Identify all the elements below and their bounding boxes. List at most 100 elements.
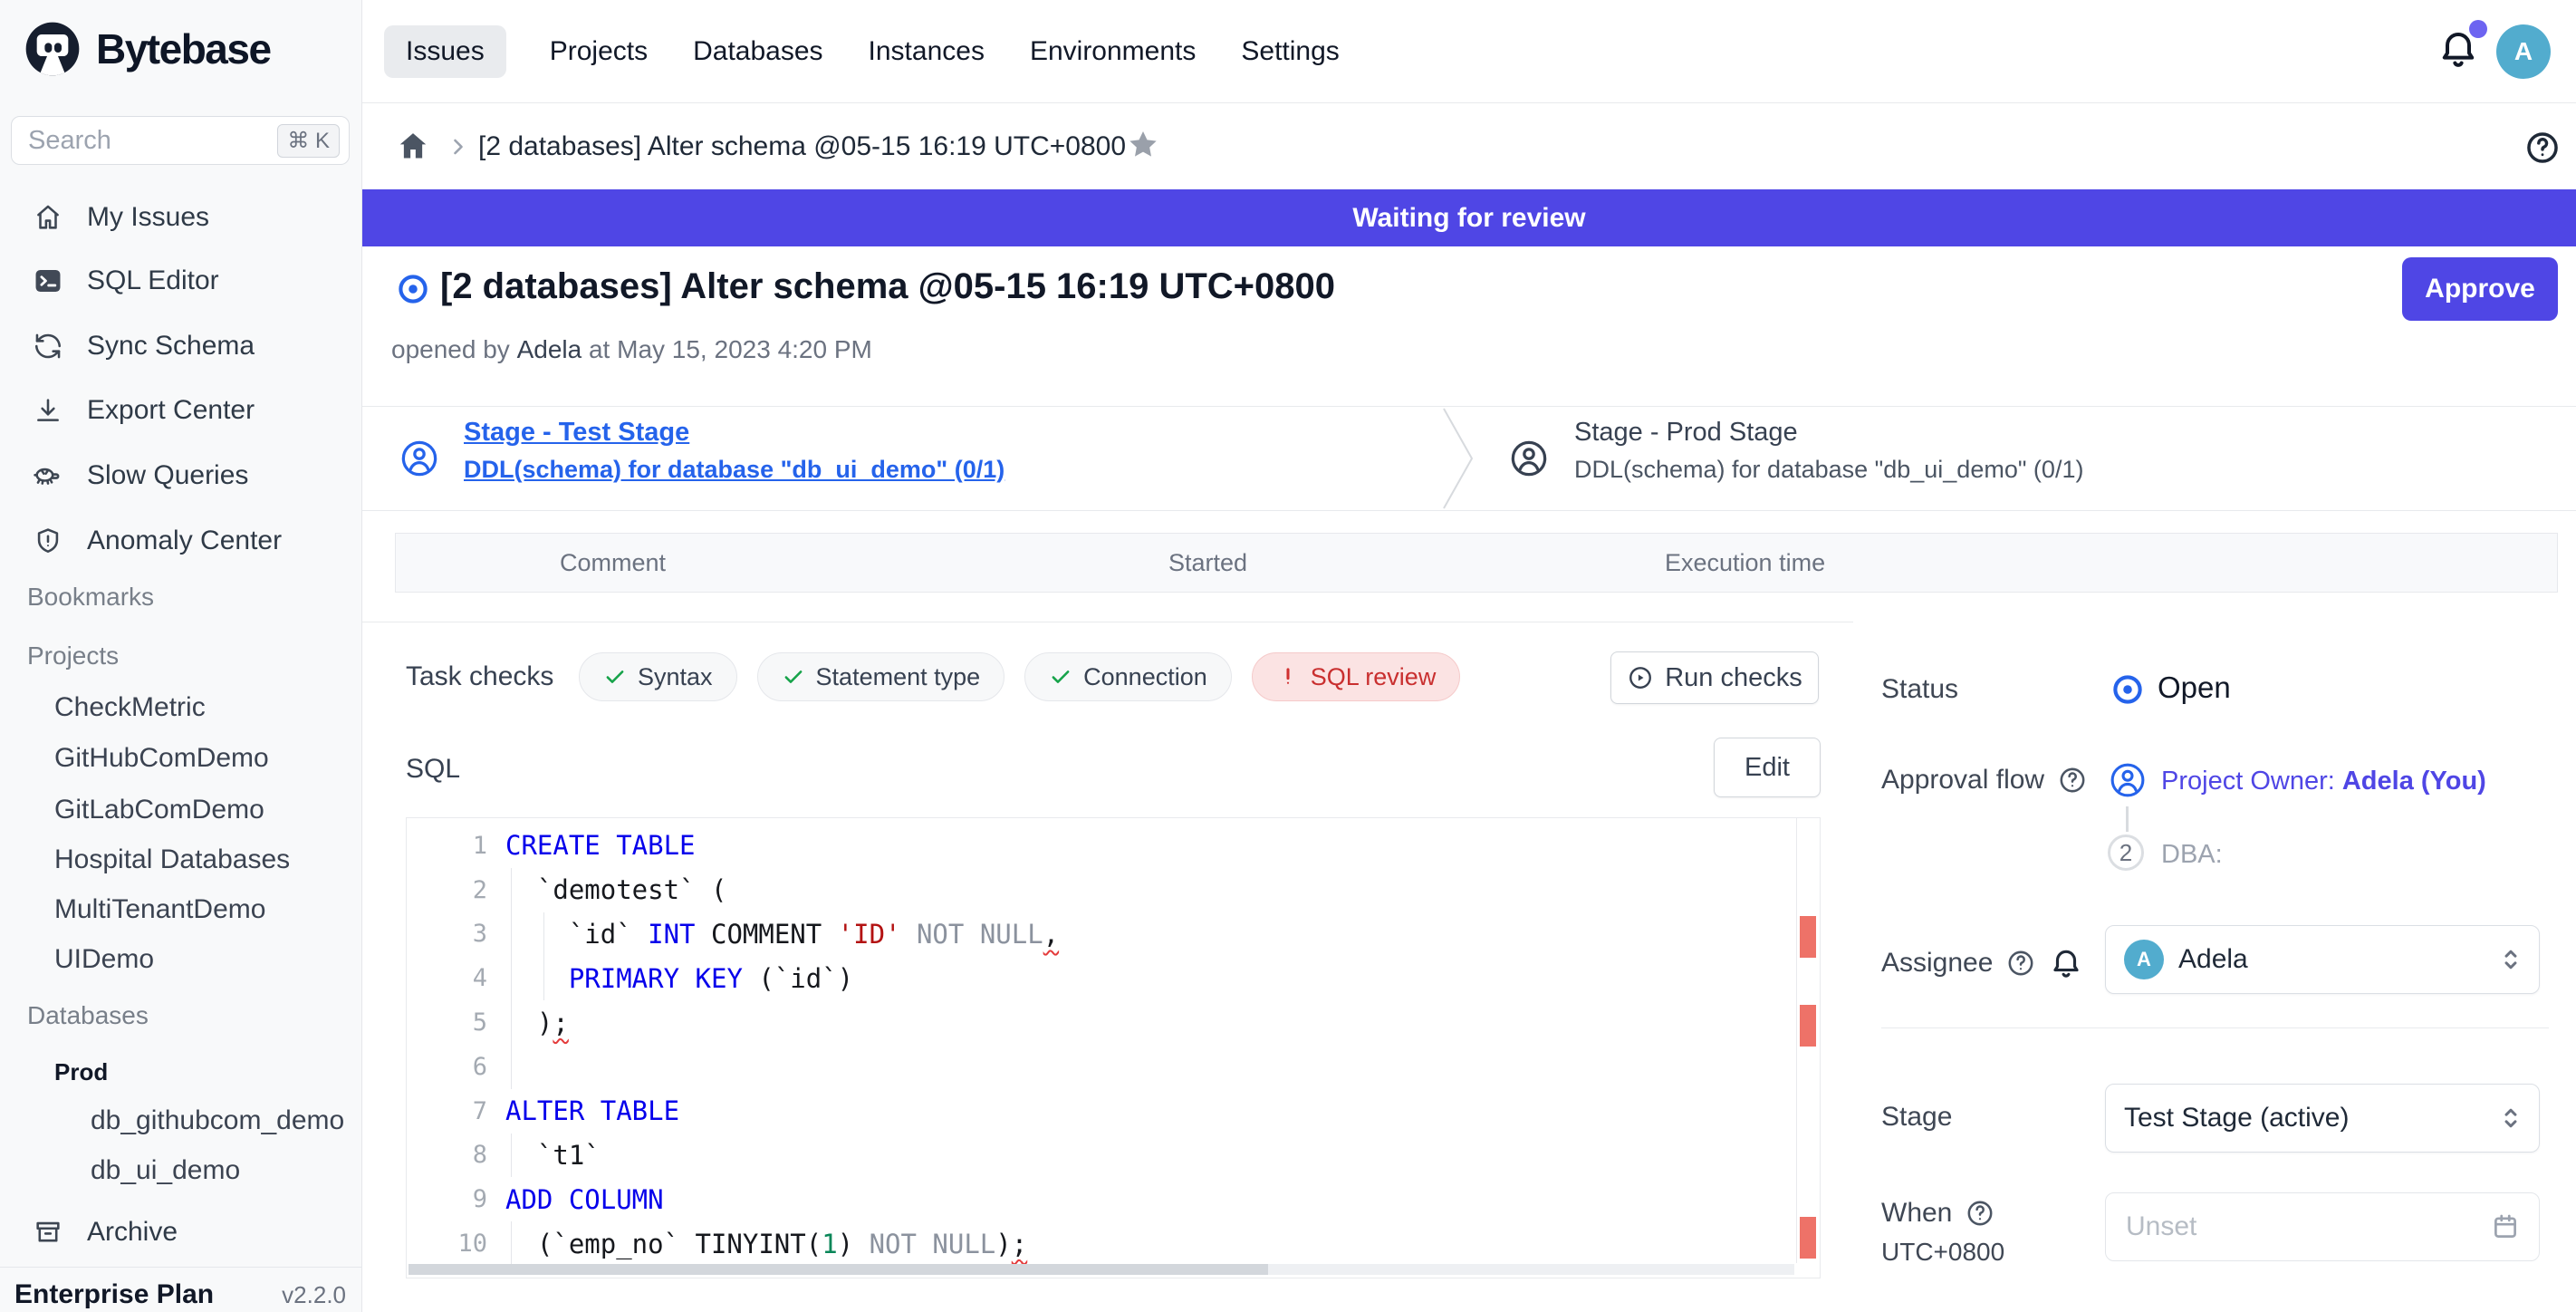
line-number: 3 [407,920,487,948]
status-open-icon [2110,672,2145,707]
subscribe-bell-icon[interactable] [2049,946,2083,980]
sidebar-project-hospital-databases[interactable]: Hospital Databases [54,844,290,875]
bytebase-logo[interactable]: Bytebase [24,20,271,78]
bookmark-star-icon[interactable] [1125,127,1161,163]
line-number: 9 [407,1185,487,1213]
sidebar-project-multitenantdemo[interactable]: MultiTenantDemo [54,894,265,925]
tab-projects[interactable]: Projects [548,25,649,78]
check-statement-type[interactable]: Statement type [757,652,1005,701]
sql-token: (`emp_no` TINYINT( [505,1229,822,1259]
approve-button[interactable]: Approve [2402,257,2558,321]
assignee-select[interactable]: A Adela [2105,925,2540,994]
sidebar-item-slow-queries[interactable]: Slow Queries [0,447,362,505]
sql-token: ) [995,1229,1011,1259]
sidebar-footer: Enterprise Plan v2.2.0 [14,1279,346,1310]
check-syntax[interactable]: Syntax [579,652,737,701]
sql-token [505,963,569,994]
check-sql-review[interactable]: SQL review [1252,652,1461,701]
line-number: 7 [407,1097,487,1125]
sql-token: `demotest` ( [505,874,726,905]
stage-person-icon [399,438,440,479]
sidebar-item-sync-schema[interactable]: Sync Schema [0,317,362,375]
assignee-label: Assignee [1881,946,2083,980]
stage-select[interactable]: Test Stage (active) [2105,1084,2540,1153]
notifications-button[interactable] [2437,27,2491,82]
approval-connector [2126,806,2129,832]
check-label: SQL review [1311,663,1437,691]
home-breadcrumb-icon[interactable] [396,129,430,163]
sql-editor[interactable]: 1CREATE TABLE 2 `demotest` ( 3 `id` INT … [406,817,1821,1278]
task-checks-pills: Syntax Statement type Connection SQL rev… [579,652,1460,701]
assignee-text: Assignee [1881,948,1993,979]
brand-name: Bytebase [96,24,271,73]
main-nav: Issues Projects Databases Instances Envi… [384,0,1341,103]
error-marker [1800,1005,1816,1047]
scrollbar-thumb[interactable] [409,1264,1268,1275]
line-number: 1 [407,832,487,860]
sidebar-item-label: SQL Editor [87,265,219,296]
when-input[interactable] [2124,1211,2490,1243]
sidebar-project-githubcomdemo[interactable]: GitHubComDemo [54,743,269,774]
stage-prod-title[interactable]: Stage - Prod Stage [1574,418,1798,450]
sidebar-item-archive[interactable]: Archive [0,1203,362,1261]
check-connection[interactable]: Connection [1024,652,1232,701]
approval-step-2-role: DBA: [2161,840,2223,870]
code-line: 1CREATE TABLE [407,824,1820,868]
tab-databases[interactable]: Databases [691,25,824,78]
sidebar-db-ui-demo[interactable]: db_ui_demo [91,1155,240,1186]
shield-icon [33,526,63,556]
tab-settings[interactable]: Settings [1239,25,1341,78]
sql-token: PRIMARY KEY [569,963,743,994]
help-icon[interactable] [2523,129,2562,167]
help-icon[interactable] [2005,948,2036,979]
when-datepicker[interactable] [2105,1192,2540,1261]
when-label: When [1881,1198,1995,1229]
sidebar-item-sql-editor[interactable]: SQL Editor [0,252,362,310]
approval-step-1: Project Owner: Adela (You) [2161,767,2486,796]
sidebar-item-anomaly-center[interactable]: Anomaly Center [0,512,362,570]
sidebar-footer-divider [0,1267,362,1268]
code-line: 3 `id` INT COMMENT 'ID' NOT NULL, [407,912,1820,957]
code-text: `t1` [487,1140,601,1171]
user-avatar[interactable]: A [2496,24,2551,79]
line-number: 2 [407,876,487,904]
sidebar-item-export-center[interactable]: Export Center [0,381,362,439]
avatar-initial: A [2514,37,2533,66]
sync-icon [33,331,63,362]
bytebase-app: Bytebase ⌘ K My Issues SQL Editor Sync S… [0,0,2576,1312]
sql-token: INT [648,919,695,950]
indent-guide [543,912,544,957]
line-number: 5 [407,1008,487,1037]
sql-token: `id` [505,919,648,950]
sidebar-project-checkmetric[interactable]: CheckMetric [54,692,206,723]
help-icon[interactable] [1965,1198,1995,1229]
column-comment: Comment [560,534,666,592]
horizontal-scrollbar[interactable] [409,1264,1794,1275]
sql-token: ; [1012,1229,1027,1259]
help-icon[interactable] [2057,765,2088,796]
search-input[interactable] [12,126,277,156]
sidebar-db-githubcom-demo[interactable]: db_githubcom_demo [91,1105,344,1136]
tab-instances[interactable]: Instances [867,25,986,78]
search-box[interactable]: ⌘ K [11,116,350,165]
run-checks-button[interactable]: Run checks [1610,651,1819,704]
turtle-icon [33,460,63,491]
issue-title: [2 databases] Alter schema @05-15 16:19 … [440,266,1335,307]
stage-test-link[interactable]: Stage - Test Stage [464,418,689,450]
edit-sql-button[interactable]: Edit [1714,738,1821,797]
code-text: `id` INT COMMENT 'ID' NOT NULL, [487,919,1059,950]
bytebase-logo-icon [24,20,82,78]
sql-token: ; [553,1008,568,1038]
sidebar-project-uidemo[interactable]: UIDemo [54,944,154,975]
tab-environments[interactable]: Environments [1028,25,1197,78]
sidebar-item-my-issues[interactable]: My Issues [0,188,362,246]
stage-prod-task[interactable]: DDL(schema) for database "db_ui_demo" (0… [1574,456,2083,487]
indent-guide [511,912,512,957]
issue-header: [2 databases] Alter schema @05-15 16:19 … [362,246,2576,406]
stage-test-task-link[interactable]: DDL(schema) for database "db_ui_demo" (0… [464,456,1004,487]
approver-person-icon [2108,760,2148,800]
task-checks-label: Task checks [406,661,553,692]
tab-issues[interactable]: Issues [384,25,506,78]
sidebar-project-gitlabcomdemo[interactable]: GitLabComDemo [54,795,264,825]
check-label: Syntax [638,663,713,691]
